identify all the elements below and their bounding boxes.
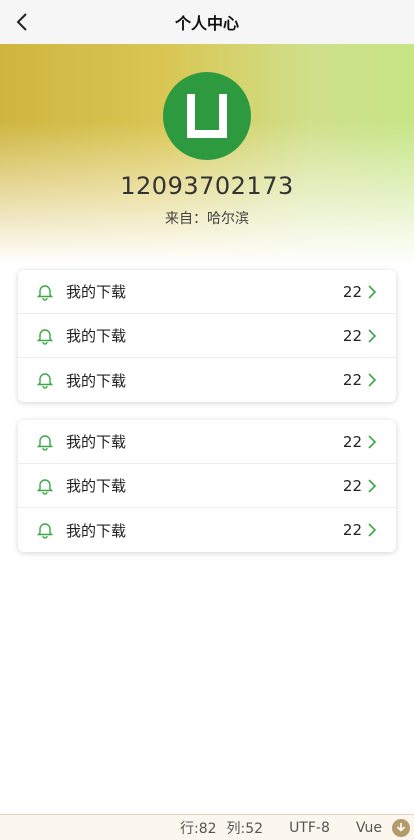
chevron-right-icon bbox=[366, 328, 378, 344]
menu-item-downloads[interactable]: 我的下载 22 bbox=[18, 270, 396, 314]
bell-icon bbox=[36, 433, 54, 451]
profile-banner: 12093702173 来自：哈尔滨 bbox=[0, 44, 414, 264]
back-button[interactable] bbox=[6, 6, 38, 38]
bell-icon bbox=[36, 477, 54, 495]
menu-item-label: 我的下载 bbox=[66, 477, 127, 495]
chevron-right-icon bbox=[366, 372, 378, 388]
menu-item-label: 我的下载 bbox=[66, 327, 127, 345]
menu-item-count: 22 bbox=[342, 282, 362, 301]
download-icon[interactable] bbox=[392, 818, 410, 837]
bell-icon bbox=[36, 327, 54, 345]
menu-item-count: 22 bbox=[342, 371, 362, 389]
chevron-left-icon bbox=[16, 13, 27, 31]
status-col[interactable]: 列:52 bbox=[227, 818, 264, 838]
bell-icon bbox=[36, 283, 54, 301]
bell-icon bbox=[36, 371, 54, 389]
menu-item-downloads[interactable]: 我的下载 22 bbox=[18, 358, 396, 402]
bell-icon bbox=[36, 521, 54, 539]
status-language[interactable]: Vue bbox=[356, 820, 382, 836]
menu-item-label: 我的下载 bbox=[66, 433, 127, 451]
page-title: 个人中心 bbox=[174, 14, 239, 33]
menu-item-count: 22 bbox=[342, 432, 362, 451]
menu-card-1: 我的下载 22 我的下载 22 我的下载 22 bbox=[18, 270, 396, 402]
chevron-right-icon bbox=[366, 478, 378, 494]
menu-item-count: 22 bbox=[342, 476, 362, 495]
menu-item-label: 我的下载 bbox=[66, 371, 127, 390]
user-location: 来自：哈尔滨 bbox=[165, 211, 249, 227]
app-logo-icon bbox=[187, 94, 227, 138]
page: 个人中心 12093702173 来自：哈尔滨 我的下载 22 我的下载 22 … bbox=[0, 0, 414, 840]
editor-status-bar: 行:82 列:52 UTF-8 Vue bbox=[0, 814, 414, 840]
menu-item-count: 22 bbox=[342, 521, 362, 539]
user-id: 12093702173 bbox=[120, 172, 294, 200]
header: 个人中心 bbox=[0, 0, 414, 44]
status-row[interactable]: 行:82 bbox=[180, 818, 217, 838]
avatar[interactable] bbox=[163, 72, 251, 160]
chevron-right-icon bbox=[366, 522, 378, 538]
menu-item-label: 我的下载 bbox=[66, 521, 127, 540]
chevron-right-icon bbox=[366, 284, 378, 300]
chevron-right-icon bbox=[366, 434, 378, 450]
menu-item-count: 22 bbox=[342, 326, 362, 345]
menu-item-label: 我的下载 bbox=[66, 283, 127, 301]
menu-item-downloads[interactable]: 我的下载 22 bbox=[18, 314, 396, 358]
menu-item-downloads[interactable]: 我的下载 22 bbox=[18, 420, 396, 464]
status-encoding[interactable]: UTF-8 bbox=[289, 820, 330, 836]
menu-item-downloads[interactable]: 我的下载 22 bbox=[18, 508, 396, 552]
menu-card-2: 我的下载 22 我的下载 22 我的下载 22 bbox=[18, 420, 396, 552]
menu-item-downloads[interactable]: 我的下载 22 bbox=[18, 464, 396, 508]
